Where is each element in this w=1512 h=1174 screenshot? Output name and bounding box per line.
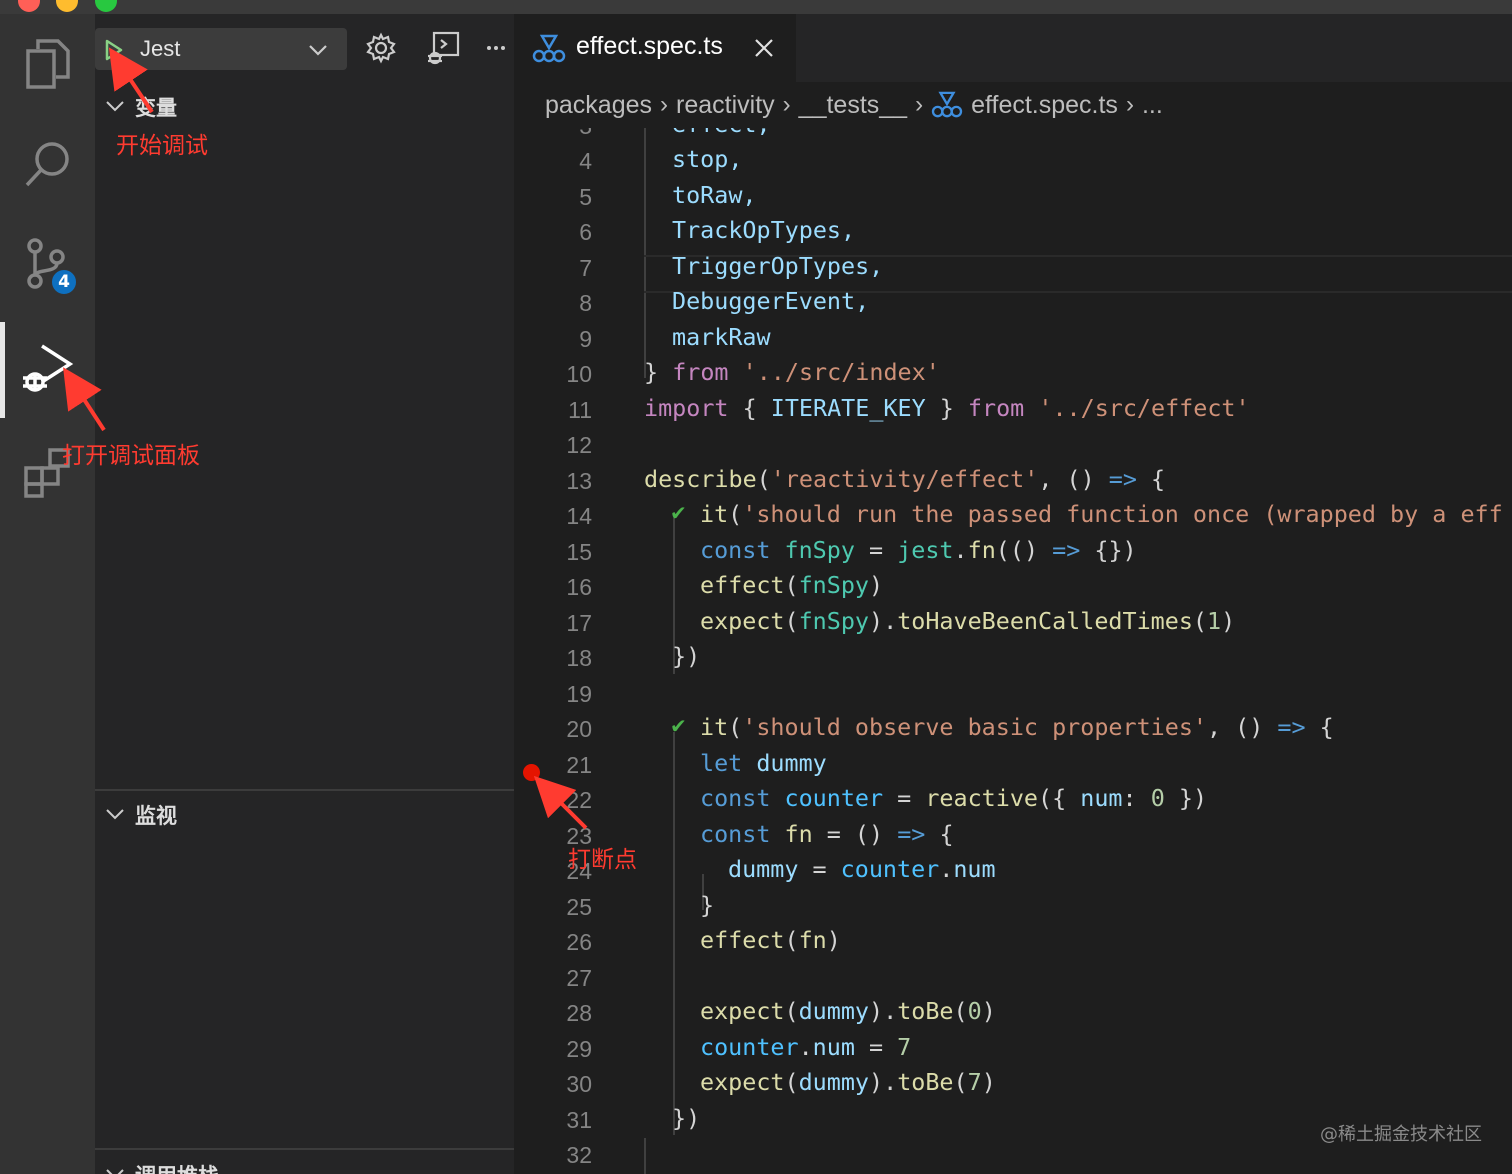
code-line: describe('reactivity/effect', () => { [644, 465, 1166, 493]
code-line: markRaw [672, 323, 771, 351]
code-line: } from '../src/index' [644, 358, 940, 386]
code-line: it('should observe basic properties', ()… [700, 713, 1334, 741]
variables-section-header[interactable]: 变量 [95, 86, 514, 126]
code-area[interactable]: 3 4 5 6 7 8 9 10 11 12 13 14 15 16 17 18… [514, 128, 1512, 1174]
chevron-down-icon [106, 101, 124, 112]
debug-sidebar: Jest 变量 监视 [95, 14, 514, 1174]
open-launch-json-button[interactable] [363, 30, 399, 66]
activity-bar: 4 [0, 14, 95, 1174]
debug-config-select[interactable]: Jest [95, 28, 347, 70]
run-and-debug-button[interactable] [0, 320, 95, 420]
source-control-button[interactable] [0, 214, 95, 314]
code-line: effect(fnSpy) [700, 571, 884, 599]
call-stack-section-header[interactable]: 调用堆栈 [95, 1154, 514, 1174]
chevron-down-icon[interactable] [307, 40, 329, 60]
breadcrumb-item[interactable]: effect.spec.ts [971, 91, 1118, 120]
code-line: import { ITERATE_KEY } from '../src/effe… [644, 394, 1250, 422]
run-debug-icon [22, 344, 73, 392]
code-line: TriggerOpTypes, [672, 252, 884, 280]
editor: effect.spec.ts packages › reactivity › _… [514, 14, 1512, 1174]
code-line: expect(dummy).toBe(0) [700, 997, 996, 1025]
close-window-button[interactable] [18, 0, 40, 12]
code-line: }) [672, 642, 701, 670]
close-icon[interactable] [752, 36, 776, 60]
breadcrumb-item[interactable]: __tests__ [799, 91, 907, 120]
explorer-button[interactable] [0, 14, 95, 114]
zoom-window-button[interactable] [95, 0, 117, 12]
start-debugging-icon[interactable] [101, 38, 125, 62]
code-line: effect, [514, 128, 1512, 143]
chevron-right-icon: › [660, 91, 669, 118]
line-number: 12 [566, 432, 592, 458]
chevron-right-icon: › [915, 91, 924, 118]
section-divider [95, 789, 514, 791]
line-number: 32 [566, 1142, 592, 1168]
line-number: 19 [566, 681, 592, 707]
code-line: DebuggerEvent, [672, 287, 870, 315]
code-line: expect(dummy).toBe(7) [700, 1068, 996, 1096]
debug-console-button[interactable] [425, 30, 461, 66]
call-stack-section-label: 调用堆栈 [135, 1160, 219, 1174]
search-button[interactable] [0, 114, 95, 214]
code-line: effect(fn) [700, 926, 841, 954]
tab-effect-spec[interactable]: effect.spec.ts [514, 14, 796, 82]
code-line: it('should run the passed function once … [700, 500, 1503, 528]
chevron-right-icon: › [1125, 91, 1134, 118]
tab-label: effect.spec.ts [576, 32, 723, 60]
breadcrumb-item[interactable]: reactivity [676, 91, 775, 120]
files-icon [25, 39, 70, 89]
line-number: 27 [566, 965, 592, 991]
watermark: @稀土掘金技术社区 [1320, 1124, 1482, 1145]
source-control-badge: 4 [50, 268, 78, 296]
debug-toolbar: Jest [95, 14, 514, 84]
code-line: dummy = counter.num [728, 855, 996, 883]
chevron-down-icon [106, 1169, 124, 1174]
watch-section-header[interactable]: 监视 [95, 794, 514, 834]
search-icon [25, 142, 69, 187]
chevron-down-icon [106, 809, 124, 820]
chevron-right-icon: › [782, 91, 791, 118]
variables-section-label: 变量 [135, 96, 177, 120]
watch-section-label: 监视 [135, 804, 177, 828]
code-line: stop, [672, 145, 743, 173]
annotation-set-breakpoint: 打断点 [568, 847, 637, 873]
code-line: TrackOpTypes, [672, 216, 856, 244]
minimize-window-button[interactable] [56, 0, 78, 12]
gear-icon [366, 32, 396, 64]
code-line: const fn = () => { [700, 820, 954, 848]
breadcrumb-item[interactable]: packages [545, 91, 652, 120]
annotation-start-debug: 开始调试 [116, 133, 208, 159]
code-line: } [700, 891, 715, 919]
jest-file-icon [931, 91, 963, 118]
ellipsis-icon [487, 46, 505, 50]
debug-config-label: Jest [140, 36, 181, 61]
breadcrumb-item[interactable]: ... [1142, 91, 1163, 120]
more-actions-button[interactable] [485, 30, 507, 66]
section-divider [95, 1148, 514, 1150]
breadcrumb: packages › reactivity › __tests__ › effe… [514, 82, 1512, 128]
window-title-bar [0, 0, 1512, 14]
code-line: const counter = reactive({ num: 0 }) [700, 784, 1208, 812]
code-line: counter.num = 7 [700, 1033, 912, 1061]
code-line: let dummy [700, 749, 827, 777]
code-line: const fnSpy = jest.fn(() => {}) [700, 536, 1137, 564]
code-line: expect(fnSpy).toHaveBeenCalledTimes(1) [700, 607, 1236, 635]
jest-file-icon [532, 34, 566, 63]
annotation-open-debug-panel: 打开调试面板 [62, 443, 200, 469]
debug-console-icon [428, 31, 460, 65]
code-line: toRaw, [672, 181, 757, 209]
tab-bar: effect.spec.ts [514, 14, 1512, 82]
